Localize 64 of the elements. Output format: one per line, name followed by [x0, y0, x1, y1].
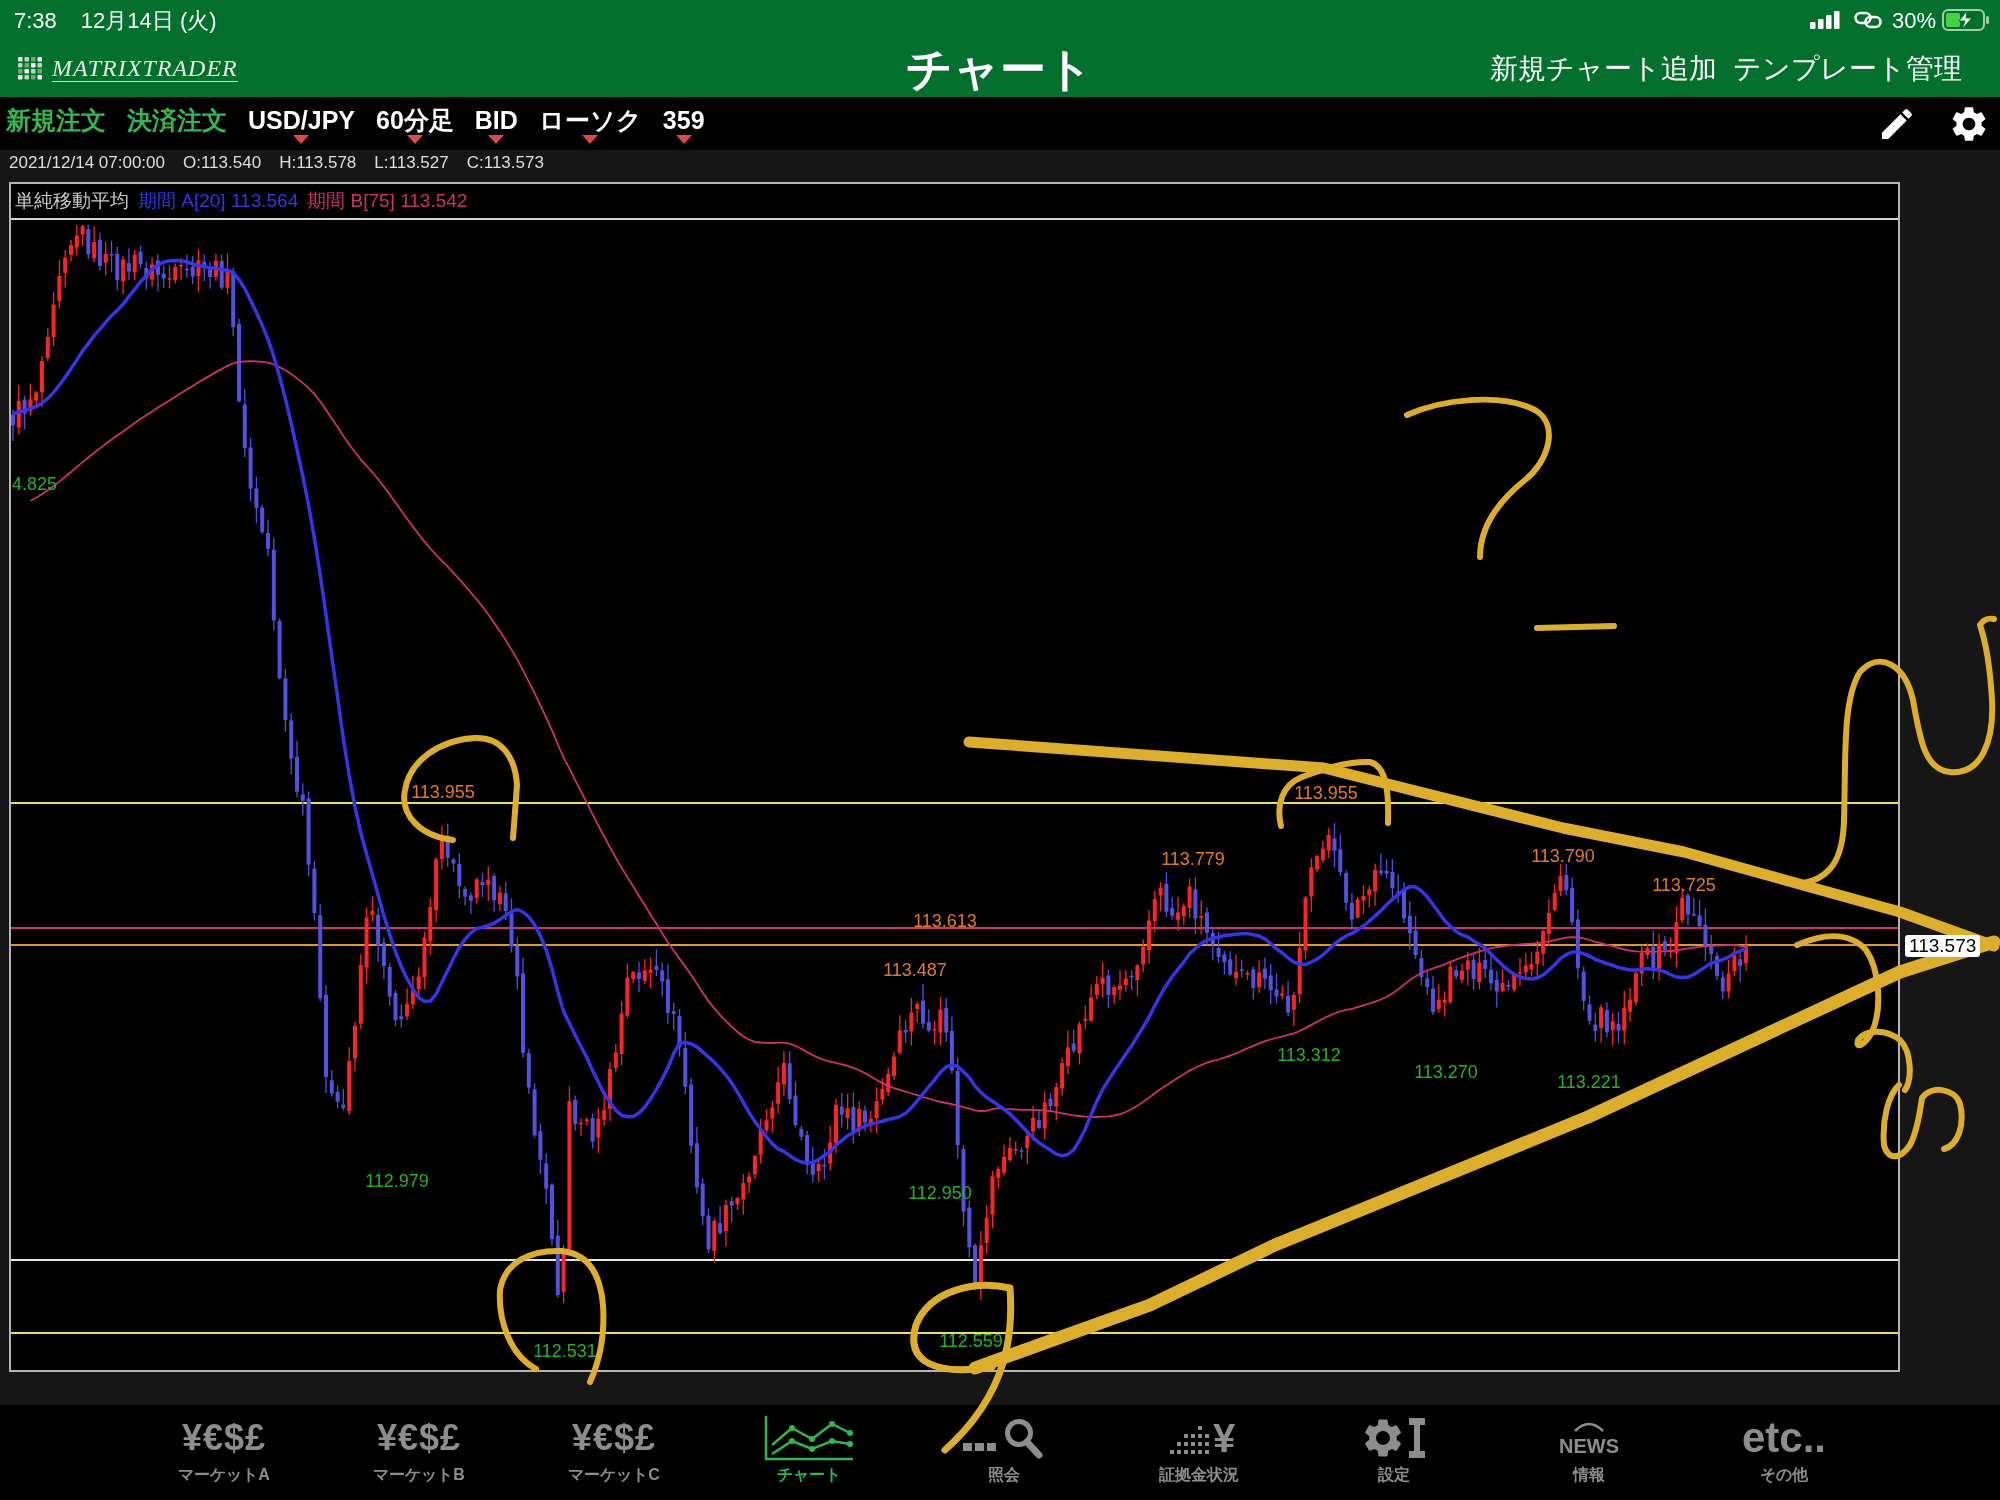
tab[interactable]: ¥€$£ マーケットC: [516, 1405, 712, 1500]
signal-icon: [1809, 11, 1840, 29]
selector-dropdown[interactable]: 60分足: [376, 106, 454, 144]
signal-arc-icon: [1572, 1420, 1606, 1432]
caret-icon: [488, 135, 505, 144]
ohlc-datetime: 2021/12/14 07:00:00: [9, 151, 165, 174]
ohlc-value: C:113.573: [466, 151, 544, 174]
legend-series-label: 期間 B[75] 113.542: [307, 188, 468, 213]
low-price-label: 113.270: [1414, 1062, 1478, 1082]
status-time: 7:38: [14, 6, 57, 35]
battery-charging-icon: [1942, 9, 1990, 31]
tab[interactable]: ¥ 証拠金状況: [1101, 1405, 1297, 1500]
high-price-label: 113.955: [1294, 783, 1358, 803]
currency-symbols: ¥€$£: [376, 1420, 462, 1456]
ohlc-value: H:113.578: [279, 151, 357, 174]
selector-dropdown[interactable]: USD/JPY: [248, 106, 355, 144]
tab[interactable]: ¥€$£ マーケットA: [126, 1405, 322, 1500]
search-icon: [962, 1417, 1046, 1459]
yen-sign: ¥: [1212, 1418, 1236, 1458]
high-price-label: 113.779: [1161, 849, 1225, 869]
high-price-label: 113.725: [1652, 875, 1716, 895]
header-action[interactable]: 新規チャート追加: [1490, 54, 1717, 83]
ohlc-value: O:113.540: [183, 151, 262, 174]
tab[interactable]: チャート: [711, 1405, 907, 1500]
low-price-label: 113.221: [1557, 1072, 1621, 1092]
current-price-tag: 113.573: [1905, 935, 1981, 957]
caret-icon: [293, 135, 310, 144]
high-price-label: 113.613: [913, 911, 977, 931]
selector-dropdown[interactable]: BID: [474, 106, 518, 144]
low-price-label: 112.979: [365, 1171, 429, 1191]
tab[interactable]: NEWS 情報: [1491, 1405, 1687, 1500]
low-price-label: 112.559: [939, 1331, 1003, 1351]
etc-label: etc..: [1741, 1417, 1826, 1459]
tab[interactable]: ¥€$£ マーケットB: [321, 1405, 517, 1500]
low-price-label: 113.312: [1277, 1045, 1341, 1065]
high-price-label: 113.487: [883, 960, 947, 980]
logo-text: MATRIXTRADER: [52, 55, 238, 82]
low-price-label: 112.531: [533, 1341, 597, 1361]
logo-mark-icon: [18, 56, 44, 81]
high-price-label: 113.955: [411, 782, 475, 802]
currency-symbols: ¥€$£: [571, 1420, 657, 1456]
low-price-label: 4.825: [12, 474, 58, 494]
link-icon: [1853, 11, 1882, 29]
legend-series-label: 期間 A[20] 113.564: [138, 188, 299, 213]
news-label: NEWS: [1559, 1436, 1619, 1456]
caret-icon: [675, 135, 692, 144]
order-button[interactable]: 決済注文: [127, 106, 227, 134]
tab[interactable]: etc.. その他: [1686, 1405, 1882, 1500]
high-price-label: 113.790: [1531, 846, 1595, 866]
screen-title: チャート: [906, 45, 1094, 92]
legend-title: 単純移動平均: [15, 188, 129, 213]
status-date: 12月14日 (火): [80, 6, 217, 35]
header-action[interactable]: テンプレート管理: [1733, 54, 1962, 83]
selector-dropdown[interactable]: ローソク: [538, 106, 642, 144]
caret-icon: [582, 135, 599, 144]
caret-icon: [406, 135, 423, 144]
selector-dropdown[interactable]: 359: [662, 106, 705, 144]
line-chart-icon: [764, 1415, 854, 1461]
currency-symbols: ¥€$£: [181, 1420, 267, 1456]
battery-percent: 30%: [1891, 6, 1936, 35]
tab[interactable]: 設定: [1296, 1405, 1492, 1500]
order-button[interactable]: 新規注文: [6, 106, 106, 134]
ohlc-value: L:113.527: [374, 151, 449, 174]
tab[interactable]: 照会: [906, 1405, 1102, 1500]
